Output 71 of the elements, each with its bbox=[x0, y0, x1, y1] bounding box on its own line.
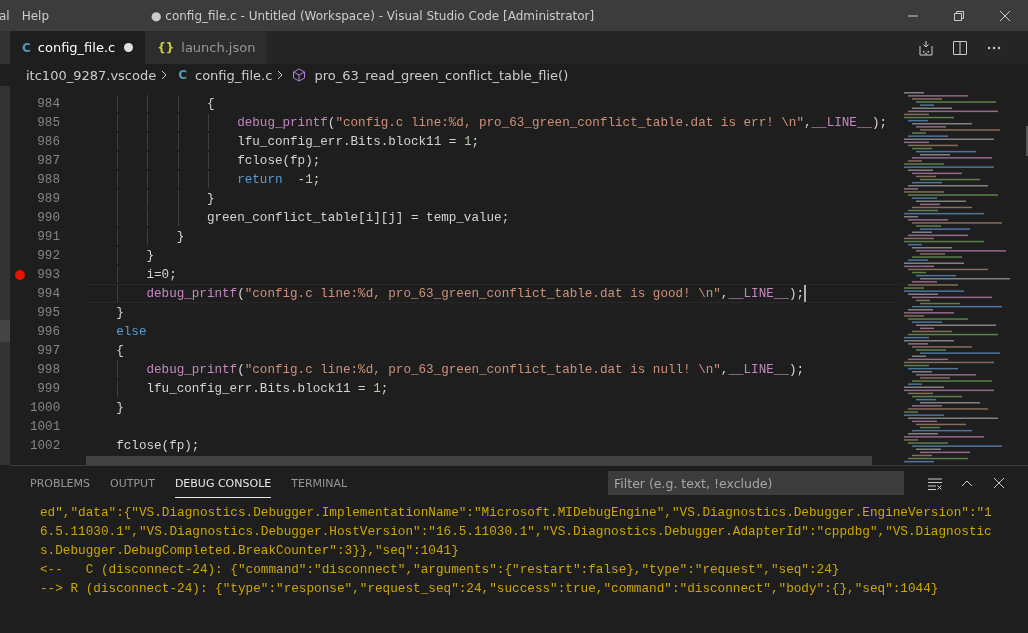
breadcrumb-item[interactable]: config_file.c bbox=[195, 67, 273, 83]
console-line: <-- C (disconnect-24): {"command":"disconnect","arguments":{"restart":false},"type":"request","seq":24} bbox=[40, 561, 841, 579]
code-line: return -1; bbox=[236, 172, 321, 187]
panel-tab[interactable]: OUTPUT bbox=[110, 468, 155, 498]
console-line: --> R (disconnect-24): {"type":"response","request_seq":24,"success":true,"command":"disconnect","body":{},"seq":1044} bbox=[40, 580, 940, 598]
panel-tab[interactable]: DEBUG CONSOLE bbox=[174, 468, 272, 498]
code-line: lfu_config_err.Bits.block11 = 1; bbox=[145, 381, 389, 396]
line-number: 985 bbox=[36, 115, 60, 130]
panel-tab[interactable]: PROBLEMS bbox=[30, 468, 91, 498]
line-number: 997 bbox=[36, 343, 60, 358]
line-number: 996 bbox=[36, 324, 60, 339]
filter-field[interactable]: Filter (e.g. text, !exclude) bbox=[608, 471, 904, 495]
code-line: } bbox=[115, 305, 124, 320]
line-number: 987 bbox=[36, 153, 60, 168]
window-title: ● config_file.c - Untitled (Workspace) - Visual Studio Code [Administrator] bbox=[150, 8, 596, 23]
scrollbar-thumb[interactable] bbox=[86, 456, 872, 465]
chevron-icon bbox=[160, 70, 169, 80]
ellipsis-icon bbox=[986, 45, 1002, 50]
panel-tab[interactable]: TERMINAL bbox=[291, 468, 348, 498]
clear-icon bbox=[927, 476, 943, 490]
text-cursor bbox=[804, 285, 806, 302]
line-number: 1000 bbox=[30, 400, 60, 415]
console-line: 6.5.11030.1","VS.Diagnostics.Debugger.HostVersion":"16.5.11030.1","VS.Diagnostics.Debugger.AdapterId":"cppdbg","VS.Diagnostic bbox=[40, 523, 993, 541]
menu-item[interactable]: al bbox=[0, 8, 10, 23]
code-line: { bbox=[205, 96, 215, 111]
line-number: 998 bbox=[36, 362, 60, 377]
code-line: debug_printf("config.c line:%d, pro_63_green_conflict_table.dat is null! \n",__LINE__); bbox=[145, 362, 804, 377]
code-line: debug_printf("config.c line:%d, pro_63_green_conflict_table.dat is good! \n",__LINE__); bbox=[145, 286, 804, 301]
cube-icon bbox=[292, 68, 307, 82]
breakpoint-dot[interactable] bbox=[15, 270, 25, 280]
code-line: else bbox=[115, 324, 147, 339]
line-number: 986 bbox=[36, 134, 60, 149]
menu-item[interactable]: Help bbox=[21, 8, 50, 23]
code-line: debug_printf("config.c line:%d, pro_63_green_conflict_table.dat is err! \n",__LINE__); bbox=[236, 115, 888, 130]
line-number: 991 bbox=[36, 229, 60, 244]
c-file-icon: C bbox=[178, 68, 187, 82]
console-line: ed","data":{"VS.Diagnostics.Debugger.ImplementationName":"Microsoft.MIDebugEngine","VS.Diagnostics.Debugger.EngineVersion":"1 bbox=[40, 504, 993, 522]
editor-tab[interactable]: {} launch.json bbox=[145, 31, 268, 64]
line-number: 992 bbox=[36, 248, 60, 263]
console-line: s.Debugger.DebugCompleted.BreakCounter":3}},"seq":1041} bbox=[40, 542, 460, 560]
line-number: 990 bbox=[36, 210, 60, 225]
restore-icon bbox=[953, 9, 965, 22]
code-line: } bbox=[175, 229, 185, 244]
code-line: i=0; bbox=[145, 267, 177, 282]
line-number: 984 bbox=[36, 96, 60, 111]
line-number: 988 bbox=[36, 172, 60, 187]
code-line: } bbox=[145, 248, 155, 263]
breadcrumb-item[interactable]: pro_63_read_green_conflict_table_flie() bbox=[314, 67, 569, 83]
code-line: fclose(fp); bbox=[236, 153, 321, 168]
line-number: 1002 bbox=[30, 438, 60, 453]
editor-tab[interactable]: C config_file.c bbox=[10, 31, 146, 64]
close-icon bbox=[999, 9, 1011, 22]
code-line: green_conflict_table[i][j] = temp_value; bbox=[205, 210, 510, 225]
line-number: 999 bbox=[36, 381, 60, 396]
code-line: } bbox=[115, 400, 124, 415]
code-line: } bbox=[205, 191, 215, 206]
code-line: lfu_config_err.Bits.block11 = 1; bbox=[236, 134, 479, 149]
download-icon bbox=[918, 39, 934, 56]
line-number: 995 bbox=[36, 305, 60, 320]
line-number: 994 bbox=[36, 286, 60, 301]
line-number: 993 bbox=[36, 267, 60, 282]
chevron-up-icon bbox=[960, 478, 974, 488]
active-item-highlight bbox=[0, 320, 10, 342]
code-line: fclose(fp); bbox=[115, 438, 200, 453]
breadcrumb-item[interactable]: itc100_9287.vscode bbox=[26, 67, 157, 83]
close-icon bbox=[993, 477, 1005, 489]
chevron-icon bbox=[276, 70, 285, 80]
line-number: 1001 bbox=[30, 419, 60, 434]
line-number: 989 bbox=[36, 191, 60, 206]
code-line: { bbox=[115, 343, 124, 358]
split-icon bbox=[952, 39, 968, 56]
